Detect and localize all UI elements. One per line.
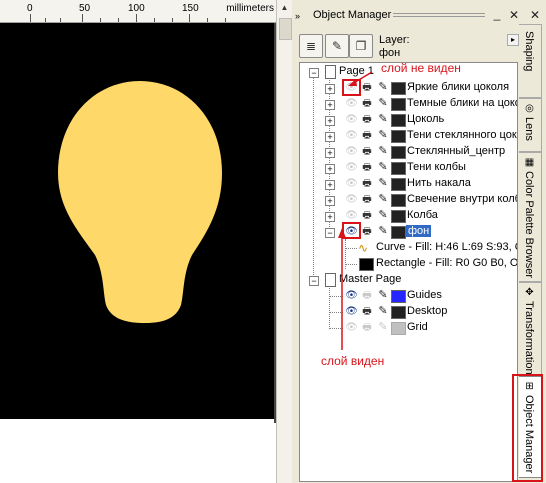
layer-label: Свечение внутри колбы — [407, 193, 518, 205]
docker-title: Object Manager — [313, 9, 392, 21]
annotation-hidden-layer: слой не виден — [381, 61, 461, 75]
ruler-tick — [60, 18, 61, 22]
layer-manager-view-icon[interactable]: ❐ — [349, 34, 373, 58]
tab-label: Transformation — [523, 301, 535, 375]
ruler-tick — [207, 18, 208, 22]
light-bulb-shape[interactable] — [0, 23, 274, 419]
layer-label: Стеклянный_центр — [407, 145, 506, 157]
page-background[interactable] — [0, 23, 274, 419]
ruler-tick — [100, 18, 101, 22]
ruler-tick — [172, 18, 173, 22]
edit-across-layers-icon[interactable]: ✎ — [325, 34, 349, 58]
ruler-tick — [136, 14, 137, 22]
annotation-visible-layer: слой виден — [321, 354, 385, 368]
tab-label: Color Palette Browser — [523, 171, 535, 278]
ruler-tick — [82, 14, 83, 22]
tab-label: Lens — [523, 117, 535, 141]
minimize-button[interactable]: _ — [491, 8, 503, 20]
collapse-icon[interactable]: − — [309, 276, 319, 286]
tab-transformation[interactable]: ✥ Transformation — [519, 282, 542, 376]
ruler-tick — [154, 18, 155, 22]
tab-label: Shaping — [523, 31, 535, 72]
annotation-arrows — [338, 71, 373, 350]
tab-lens[interactable]: ◎ Lens — [519, 98, 542, 152]
layer-label: Яркие блики цоколя — [407, 81, 510, 93]
tab-shaping[interactable]: Shaping — [519, 24, 542, 98]
ruler-label: 50 — [79, 3, 91, 14]
ruler-tick — [118, 18, 119, 22]
ruler-unit: millimeters — [224, 3, 274, 14]
ruler-tick — [189, 14, 190, 22]
ruler-tick — [30, 14, 31, 22]
show-properties-icon[interactable]: ≣ — [299, 34, 323, 58]
layer-label: Layer: — [379, 34, 410, 46]
docker-title-bar[interactable]: » Object Manager _ — [295, 6, 515, 22]
transform-icon: ✥ — [525, 287, 534, 298]
scroll-up-icon[interactable]: ▲ — [279, 2, 290, 14]
docker-toolbar: ≣ ✎ ❐ Layer: фон ▸ — [299, 34, 519, 62]
lens-icon: ◎ — [525, 103, 534, 114]
ruler-label: 150 — [182, 3, 199, 14]
layer-label: Темные блики на цоколе — [407, 97, 517, 109]
title-rule — [393, 16, 485, 17]
layer-label: Тени стеклянного цоколя — [407, 129, 517, 141]
ruler-label: 100 — [128, 3, 145, 14]
tab-color-palette-browser[interactable]: ▦ Color Palette Browser — [519, 152, 542, 282]
collapse-icon[interactable]: − — [309, 68, 319, 78]
scroll-thumb[interactable] — [279, 18, 292, 40]
vertical-scrollbar[interactable]: ▲ — [276, 0, 292, 483]
ruler-label: 0 — [27, 3, 33, 14]
current-layer-name: фон — [379, 47, 401, 59]
ruler-tick — [45, 18, 46, 22]
object-manager-tab-highlight — [512, 374, 543, 482]
title-rule — [393, 13, 485, 14]
palette-icon: ▦ — [524, 157, 535, 168]
ruler-tick — [225, 18, 226, 22]
collapse-arrows-icon[interactable]: » — [295, 11, 303, 21]
horizontal-ruler: 0 50 100 150 millimeters — [0, 0, 276, 23]
